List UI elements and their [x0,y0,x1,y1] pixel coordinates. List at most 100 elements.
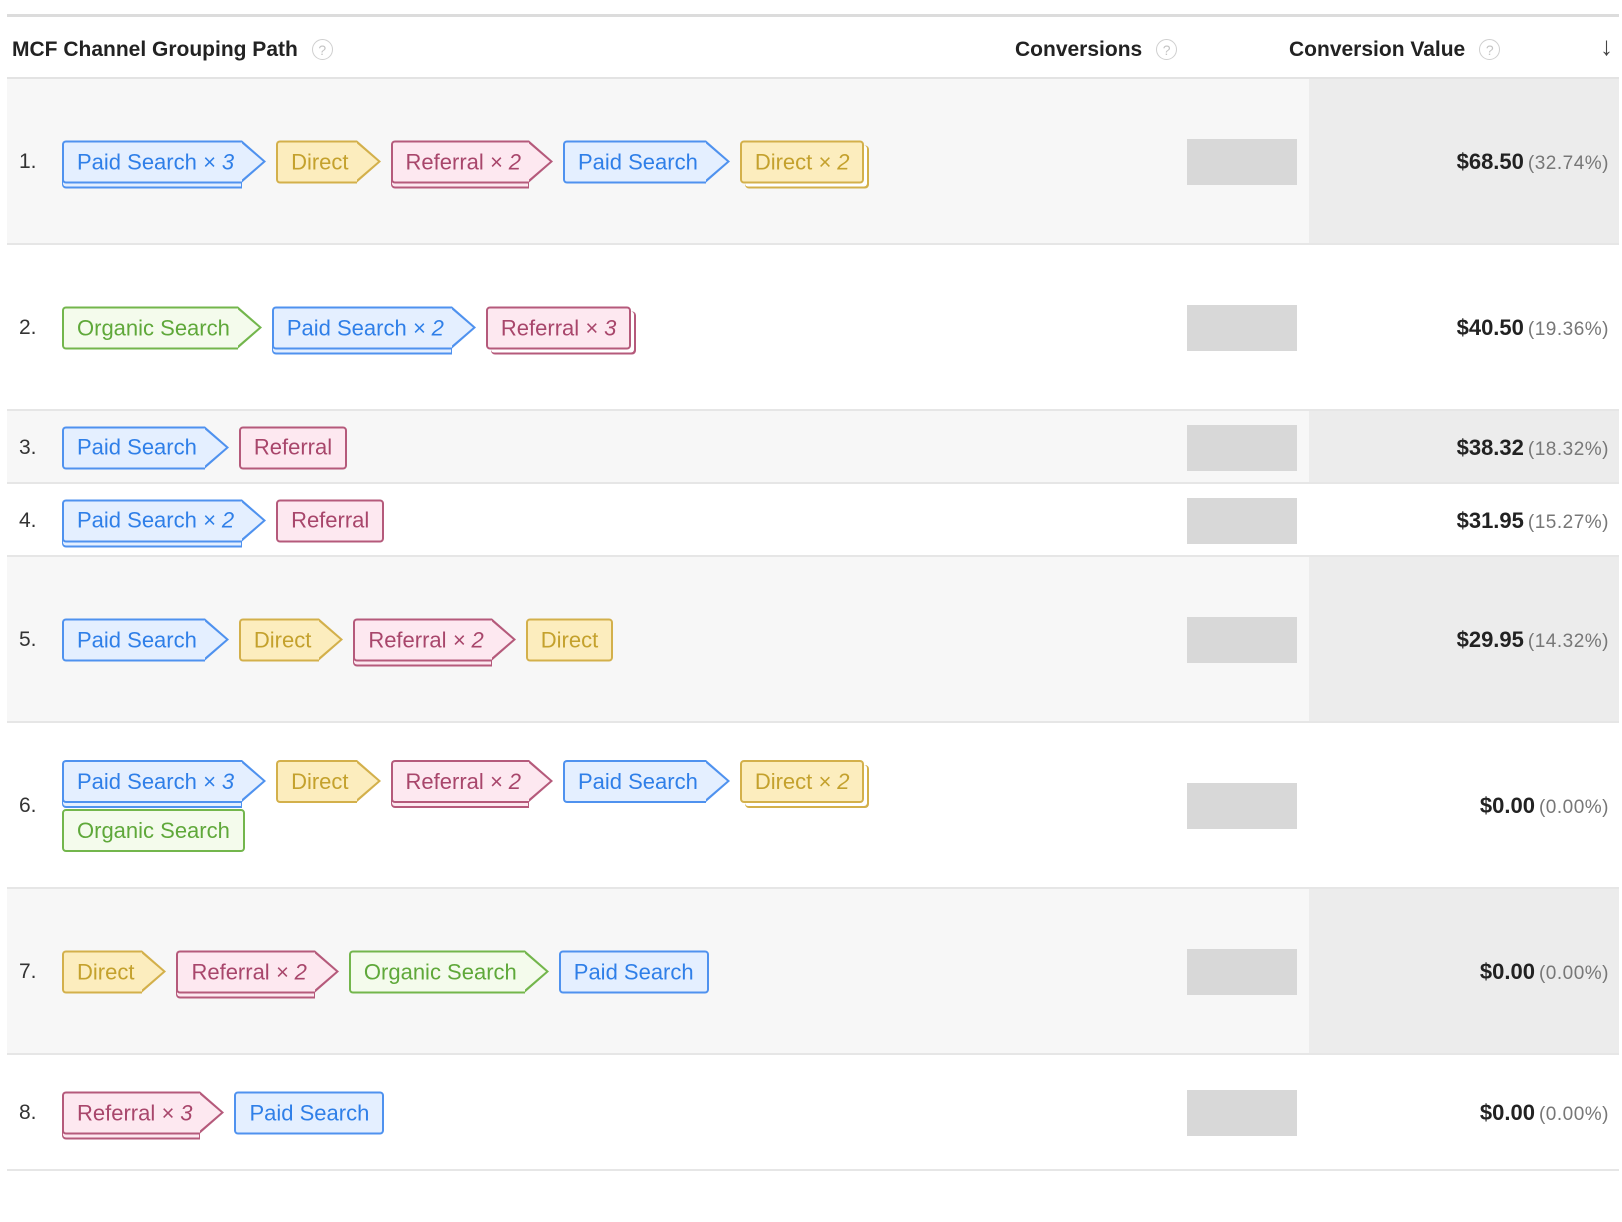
channel-chip-referral[interactable]: Referral × 3 [485,306,632,350]
channel-chip-paid-search[interactable]: Paid Search [558,950,709,994]
channel-path: Organic Search Paid Search × 2 Referral × 3 [62,305,643,352]
conversions-value-redacted [1187,1090,1297,1136]
channel-chip-label: Direct [754,768,813,794]
channel-chip-label: Paid Search [573,959,694,984]
column-header-path[interactable]: MCF Channel Grouping Path? [12,38,333,62]
channel-chip-label: Paid Search [77,768,197,794]
help-icon[interactable]: ? [1156,39,1178,60]
channel-chip-paid-search[interactable]: Paid Search [562,140,730,184]
channel-chip-referral[interactable]: Referral × 2 [390,760,554,803]
channel-chip-referral[interactable]: Referral × 3 [62,1091,225,1135]
conversion-amount: $29.95 [1456,627,1524,652]
channel-chip-count: × 3 [161,1100,193,1125]
channel-chip-count: × 2 [412,315,444,340]
row-index: 8. [19,1101,37,1124]
channel-chip-organic-search[interactable]: Organic Search [62,306,262,350]
channel-chip-paid-search[interactable]: Paid Search × 3 [62,140,267,184]
channel-chip-label: Referral [500,315,580,340]
channel-chip-direct[interactable]: Direct [276,760,382,803]
channel-chip-label: Direct [540,627,599,652]
table-row[interactable]: 6. Paid Search × 3 Direct Referral × 2 Paid Se… [7,723,1619,889]
conversion-value: $0.00 (0.00%) [1480,793,1609,819]
channel-chip-referral[interactable]: Referral × 2 [353,618,517,662]
channel-chip-label: Referral [405,149,484,174]
channel-chip-paid-search[interactable]: Paid Search [62,426,229,469]
conversions-value-redacted [1187,497,1297,544]
channel-chip-organic-search[interactable]: Organic Search [62,809,245,852]
channel-chip-referral[interactable]: Referral × 2 [176,950,340,994]
column-header-conversions[interactable]: Conversions? [1015,38,1178,62]
row-index: 4. [19,508,37,532]
channel-chip-referral[interactable]: Referral [238,426,348,469]
channel-chip-direct[interactable]: Direct [525,618,614,662]
channel-chip-paid-search[interactable]: Paid Search [234,1091,385,1135]
mcf-path-table: MCF Channel Grouping Path? Conversions? … [7,14,1619,1219]
help-icon[interactable]: ? [311,39,333,60]
conversion-percent: (18.32%) [1527,438,1609,460]
conversion-percent: (0.00%) [1538,1104,1609,1125]
channel-chip-count: × 3 [585,315,617,340]
channel-path-line: Organic Search [62,807,876,854]
channel-path-line: Direct Referral × 2 Organic Search Paid Sear… [62,949,721,996]
channel-chip-paid-search[interactable]: Paid Search × 3 [62,760,267,803]
conversion-value: $0.00 (0.00%) [1480,959,1609,985]
channel-chip-label: Organic Search [363,959,517,984]
channel-chip-count: × 2 [452,627,484,652]
channel-chip-paid-search[interactable]: Paid Search × 2 [271,306,476,350]
channel-chip-paid-search[interactable]: Paid Search × 2 [62,499,267,542]
channel-path: Paid Search × 3 Direct Referral × 2 Paid Sear… [62,139,876,186]
channel-path: Direct Referral × 2 Organic Search Paid Sear… [62,949,721,996]
table-row[interactable]: 8. Referral × 3 Paid Search $0.00 (0.00%) [7,1055,1619,1171]
conversion-value: $40.50 (19.36%) [1457,315,1609,341]
table-row[interactable]: 3. Paid Search Referral $38.32 (18.32%) [7,411,1619,484]
table-row[interactable]: 5. Paid Search Direct Referral × 2 Direct $29.… [7,557,1619,723]
conversion-value-column-label: Conversion Value [1289,38,1466,61]
channel-chip-label: Direct [77,959,135,984]
channel-chip-referral[interactable]: Referral × 2 [390,140,554,184]
channel-chip-organic-search[interactable]: Organic Search [348,950,549,994]
conversions-value-redacted [1187,139,1297,185]
channel-path: Paid Search × 3 Direct Referral × 2 Paid Sear… [62,758,876,854]
channel-chip-direct[interactable]: Direct [62,950,168,994]
channel-chip-count: × 2 [489,149,521,174]
conversion-amount: $68.50 [1456,149,1524,174]
row-index: 6. [19,794,37,817]
channel-chip-referral[interactable]: Referral [276,499,385,542]
conversions-value-redacted [1187,783,1297,829]
conversion-amount: $0.00 [1479,959,1535,984]
channel-chip-label: Referral [368,627,447,652]
arrow-down-icon[interactable]: ↓ [1600,31,1613,62]
table-row[interactable]: 1. Paid Search × 3 Direct Referral × 2 Paid Se… [7,79,1619,245]
channel-chip-direct[interactable]: Direct [238,618,344,662]
conversion-amount: $0.00 [1479,1100,1535,1125]
conversion-amount: $31.95 [1456,507,1524,533]
channel-chip-label: Referral [291,507,370,533]
channel-chip-label: Direct [754,149,813,174]
table-row[interactable]: 7. Direct Referral × 2 Organic Search Paid Se… [7,889,1619,1055]
conversion-value: $38.32 (18.32%) [1457,435,1609,461]
channel-path-line: Paid Search × 3 Direct Referral × 2 Paid Sear… [62,139,876,186]
channel-chip-direct[interactable]: Direct × 2 [739,140,865,184]
row-index: 5. [19,628,37,651]
table-header: MCF Channel Grouping Path? Conversions? … [7,17,1619,79]
help-icon[interactable]: ? [1479,39,1501,60]
channel-chip-label: Direct [291,149,349,174]
channel-path-line: Referral × 3 Paid Search [62,1090,396,1137]
column-header-conversion-value[interactable]: Conversion Value? [1289,38,1501,62]
conversion-percent: (32.74%) [1527,153,1609,174]
channel-chip-direct[interactable]: Direct [276,140,382,184]
channel-path-line: Organic Search Paid Search × 2 Referral × 3 [62,305,643,352]
table-row[interactable]: 2. Organic Search Paid Search × 2 Referral × … [7,245,1619,411]
channel-path-line: Paid Search × 3 Direct Referral × 2 Paid Sear… [62,758,876,805]
channel-chip-label: Paid Search [77,507,197,533]
conversion-percent: (14.32%) [1527,631,1609,652]
channel-chip-paid-search[interactable]: Paid Search [562,760,730,803]
row-index: 3. [19,435,37,459]
channel-chip-direct[interactable]: Direct × 2 [739,760,865,803]
table-row[interactable]: 4. Paid Search × 2 Referral $31.95 (15.27%) [7,484,1619,557]
channel-chip-paid-search[interactable]: Paid Search [62,618,229,662]
channel-chip-label: Paid Search [577,768,698,794]
channel-path-line: Paid Search Referral [62,424,359,471]
conversions-value-redacted [1187,949,1297,995]
channel-path: Referral × 3 Paid Search [62,1090,396,1137]
